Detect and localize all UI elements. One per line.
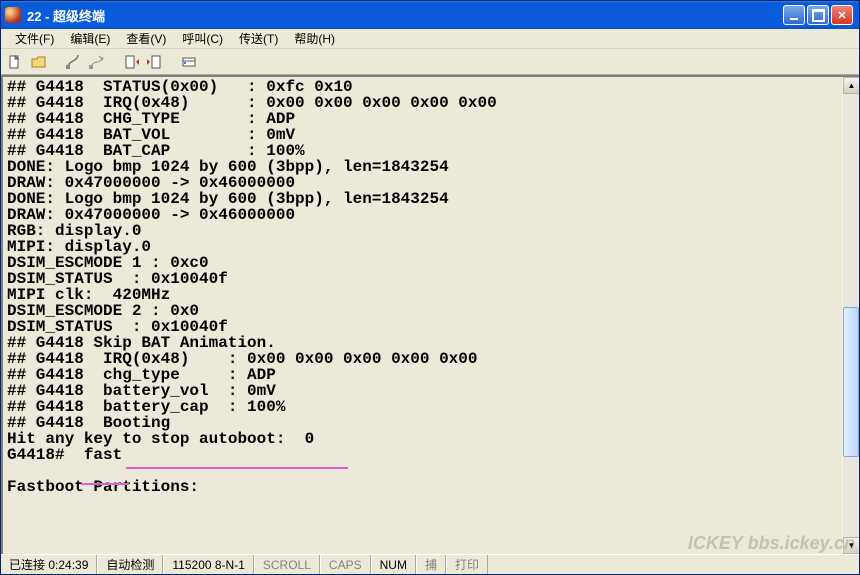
send-icon[interactable]: [121, 52, 141, 72]
terminal-area: ## G4418 STATUS(0x00) : 0xfc 0x10 ## G44…: [1, 75, 859, 554]
maximize-button[interactable]: [807, 5, 829, 25]
close-button[interactable]: [831, 5, 853, 25]
open-file-icon[interactable]: [29, 52, 49, 72]
status-print: 打印: [446, 555, 488, 574]
highlight-annotation-2: [81, 483, 129, 485]
highlight-annotation-1: [126, 467, 348, 469]
disconnect-icon[interactable]: [87, 52, 107, 72]
tool-bar: [1, 49, 859, 75]
scroll-up-icon[interactable]: ▲: [843, 77, 859, 94]
menu-bar: 文件(F) 编辑(E) 查看(V) 呼叫(C) 传送(T) 帮助(H): [1, 29, 859, 49]
menu-call[interactable]: 呼叫(C): [174, 28, 231, 49]
status-detect: 自动检测: [97, 555, 163, 574]
status-baud: 115200 8-N-1: [163, 555, 254, 574]
menu-view[interactable]: 查看(V): [118, 28, 174, 49]
scrollbar-thumb[interactable]: [843, 307, 859, 458]
scrollbar-track[interactable]: [843, 94, 859, 537]
menu-help[interactable]: 帮助(H): [286, 28, 343, 49]
app-icon: [5, 7, 21, 23]
scrollbar-vertical[interactable]: ▲ ▼: [842, 77, 859, 554]
properties-icon[interactable]: [179, 52, 199, 72]
status-capture: 捕: [416, 555, 446, 574]
status-num: NUM: [371, 555, 416, 574]
connect-icon[interactable]: [63, 52, 83, 72]
new-file-icon[interactable]: [5, 52, 25, 72]
status-connection: 已连接 0:24:39: [1, 555, 97, 574]
scroll-down-icon[interactable]: ▼: [843, 537, 859, 554]
menu-transfer[interactable]: 传送(T): [231, 28, 286, 49]
window-frame: 22 - 超级终端 文件(F) 编辑(E) 查看(V) 呼叫(C) 传送(T) …: [0, 0, 860, 575]
status-caps: CAPS: [320, 555, 371, 574]
receive-icon[interactable]: [145, 52, 165, 72]
minimize-button[interactable]: [783, 5, 805, 25]
menu-edit[interactable]: 编辑(E): [62, 28, 118, 49]
menu-file[interactable]: 文件(F): [7, 28, 62, 49]
window-title: 22 - 超级终端: [27, 6, 783, 25]
title-bar[interactable]: 22 - 超级终端: [1, 1, 859, 29]
status-scroll: SCROLL: [254, 555, 320, 574]
status-bar: 已连接 0:24:39 自动检测 115200 8-N-1 SCROLL CAP…: [1, 554, 859, 574]
